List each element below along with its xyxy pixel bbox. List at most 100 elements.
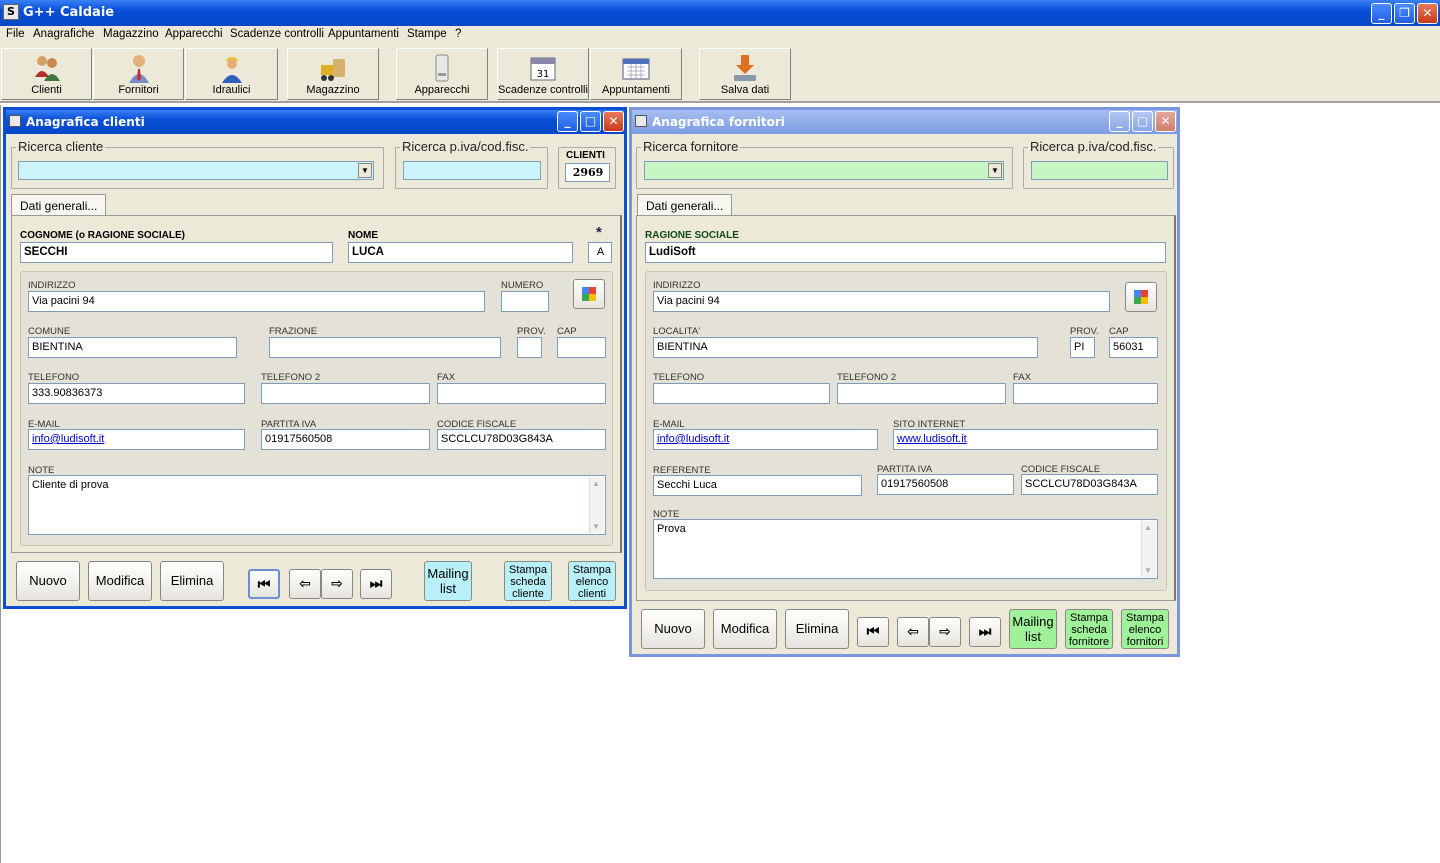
sito-field[interactable]: www.ludisoft.it bbox=[893, 429, 1158, 450]
stampa-elenco-clienti-button[interactable]: Stampa elenco clienti bbox=[568, 561, 616, 601]
menu-apparecchi[interactable]: Apparecchi bbox=[165, 28, 223, 40]
comune-field[interactable]: BIENTINA bbox=[28, 337, 237, 358]
piva-field[interactable]: 01917560508 bbox=[877, 474, 1014, 495]
telefono2-field[interactable] bbox=[837, 383, 1006, 404]
required-star: * bbox=[596, 224, 602, 241]
maximize-icon[interactable]: □ bbox=[1132, 111, 1153, 132]
minimize-icon[interactable]: _ bbox=[1109, 111, 1130, 132]
modifica-button[interactable]: Modifica bbox=[88, 561, 152, 601]
prev-record-icon[interactable]: ⇦ bbox=[897, 617, 929, 647]
fax-field[interactable] bbox=[437, 383, 606, 404]
numero-field[interactable] bbox=[501, 291, 549, 312]
nuovo-button[interactable]: Nuovo bbox=[641, 609, 705, 649]
localita-field[interactable]: BIENTINA bbox=[653, 337, 1038, 358]
prov-field[interactable] bbox=[517, 337, 542, 358]
chevron-down-icon[interactable]: ▼ bbox=[358, 163, 372, 178]
referente-field[interactable]: Secchi Luca bbox=[653, 475, 862, 496]
ricerca-fornitore-combo[interactable]: ▼ bbox=[644, 161, 1004, 180]
cf-field[interactable]: SCCLCU78D03G843A bbox=[437, 429, 606, 450]
frazione-field[interactable] bbox=[269, 337, 501, 358]
nome-field[interactable]: LUCA bbox=[348, 242, 573, 263]
mailing-list-button[interactable]: Mailing list bbox=[424, 561, 472, 601]
calendar-day-icon: 31 bbox=[530, 57, 556, 81]
toolbar-magazzino-button[interactable]: Magazzino bbox=[287, 48, 379, 100]
last-record-icon[interactable]: ⏭ bbox=[360, 569, 392, 599]
cf-field[interactable]: SCCLCU78D03G843A bbox=[1021, 474, 1158, 495]
ricerca-piva-input[interactable] bbox=[403, 161, 541, 180]
piva-field[interactable]: 01917560508 bbox=[261, 429, 430, 450]
elimina-button[interactable]: Elimina bbox=[160, 561, 224, 601]
restore-icon[interactable]: ❐ bbox=[1394, 3, 1415, 24]
ragione-field[interactable]: LudiSoft bbox=[645, 242, 1166, 263]
stampa-elenco-fornitori-button[interactable]: Stampa elenco fornitori bbox=[1121, 609, 1169, 649]
first-record-icon[interactable]: ⏮ bbox=[857, 617, 889, 647]
ricerca-cliente-combo[interactable]: ▼ bbox=[18, 161, 374, 180]
close-icon[interactable]: ✕ bbox=[1417, 3, 1438, 24]
telefono2-field[interactable] bbox=[261, 383, 430, 404]
note-textarea[interactable]: Prova ▲ ▼ bbox=[653, 519, 1158, 579]
indirizzo-field[interactable]: Via pacini 94 bbox=[28, 291, 485, 312]
mailing-list-button[interactable]: Mailing list bbox=[1009, 609, 1057, 649]
scroll-down-icon[interactable]: ▼ bbox=[592, 522, 600, 531]
scroll-down-icon[interactable]: ▼ bbox=[1144, 566, 1152, 575]
nome-label: NOME bbox=[348, 230, 378, 241]
toolbar-idraulici-button[interactable]: Idraulici bbox=[185, 48, 278, 100]
email-field[interactable]: info@ludisoft.it bbox=[653, 429, 878, 450]
menu-stampe[interactable]: Stampe bbox=[407, 28, 447, 40]
next-record-icon[interactable]: ⇨ bbox=[929, 617, 961, 647]
cognome-field[interactable]: SECCHI bbox=[20, 242, 333, 263]
menu-scadenze-controlli[interactable]: Scadenze controlli bbox=[230, 28, 324, 40]
scroll-up-icon[interactable]: ▲ bbox=[592, 479, 600, 488]
chevron-down-icon[interactable]: ▼ bbox=[988, 163, 1002, 178]
stampa-scheda-fornitore-button[interactable]: Stampa scheda fornitore bbox=[1065, 609, 1113, 649]
menu-anagrafiche[interactable]: Anagrafiche bbox=[33, 28, 94, 40]
cognome-label: COGNOME (o RAGIONE SOCIALE) bbox=[20, 230, 185, 241]
next-record-icon[interactable]: ⇨ bbox=[321, 569, 353, 599]
maximize-icon[interactable]: □ bbox=[580, 111, 601, 132]
tipo-field[interactable]: A bbox=[588, 242, 612, 263]
mailing-line1: Mailing bbox=[427, 566, 469, 581]
tab-dati-generali[interactable]: Dati generali... bbox=[11, 194, 107, 215]
google-maps-button[interactable] bbox=[1125, 282, 1157, 312]
toolbar-fornitori-button[interactable]: Fornitori bbox=[93, 48, 184, 100]
cap-field[interactable] bbox=[557, 337, 606, 358]
note-textarea[interactable]: Cliente di prova ▲ ▼ bbox=[28, 475, 606, 535]
toolbar-salva-button[interactable]: Salva dati bbox=[699, 48, 791, 100]
close-icon[interactable]: ✕ bbox=[603, 111, 624, 132]
close-icon[interactable]: ✕ bbox=[1155, 111, 1176, 132]
numero-label: NUMERO bbox=[501, 280, 544, 291]
nuovo-button[interactable]: Nuovo bbox=[16, 561, 80, 601]
fax-field[interactable] bbox=[1013, 383, 1158, 404]
scroll-up-icon[interactable]: ▲ bbox=[1144, 523, 1152, 532]
toolbar-appuntamenti-button[interactable]: Appuntamenti bbox=[590, 48, 682, 100]
toolbar-clienti-button[interactable]: Clienti bbox=[1, 48, 92, 100]
prov-field[interactable]: PI bbox=[1070, 337, 1095, 358]
first-record-icon[interactable]: ⏮ bbox=[248, 569, 280, 599]
prev-record-icon[interactable]: ⇦ bbox=[289, 569, 321, 599]
app-title: G++ Caldaie bbox=[23, 5, 115, 20]
email-field[interactable]: info@ludisoft.it bbox=[28, 429, 245, 450]
toolbar-scadenze-button[interactable]: 31 Scadenze controlli bbox=[497, 48, 589, 100]
menu-help[interactable]: ? bbox=[455, 28, 461, 40]
tab-dati-generali[interactable]: Dati generali... bbox=[637, 194, 733, 215]
minimize-icon[interactable]: _ bbox=[557, 111, 578, 132]
clienti-count-label: CLIENTI bbox=[566, 150, 605, 161]
telefono-field[interactable] bbox=[653, 383, 830, 404]
modifica-button[interactable]: Modifica bbox=[713, 609, 777, 649]
menu-appuntamenti[interactable]: Appuntamenti bbox=[328, 28, 399, 40]
telefono-field[interactable]: 333.90836373 bbox=[28, 383, 245, 404]
cap-field[interactable]: 56031 bbox=[1109, 337, 1158, 358]
last-record-icon[interactable]: ⏭ bbox=[969, 617, 1001, 647]
menu-file[interactable]: File bbox=[6, 28, 25, 40]
toolbar-apparecchi-button[interactable]: Apparecchi bbox=[396, 48, 488, 100]
note-scrollbar[interactable]: ▲ ▼ bbox=[589, 477, 604, 533]
minimize-icon[interactable]: _ bbox=[1371, 3, 1392, 24]
indirizzo-label: INDIRIZZO bbox=[28, 280, 76, 291]
note-scrollbar[interactable]: ▲ ▼ bbox=[1141, 521, 1156, 577]
ricerca-piva-fornitore-input[interactable] bbox=[1031, 161, 1168, 180]
stampa-scheda-cliente-button[interactable]: Stampa scheda cliente bbox=[504, 561, 552, 601]
google-maps-button[interactable] bbox=[573, 279, 605, 309]
indirizzo-field[interactable]: Via pacini 94 bbox=[653, 291, 1110, 312]
elimina-button[interactable]: Elimina bbox=[785, 609, 849, 649]
menu-magazzino[interactable]: Magazzino bbox=[103, 28, 159, 40]
